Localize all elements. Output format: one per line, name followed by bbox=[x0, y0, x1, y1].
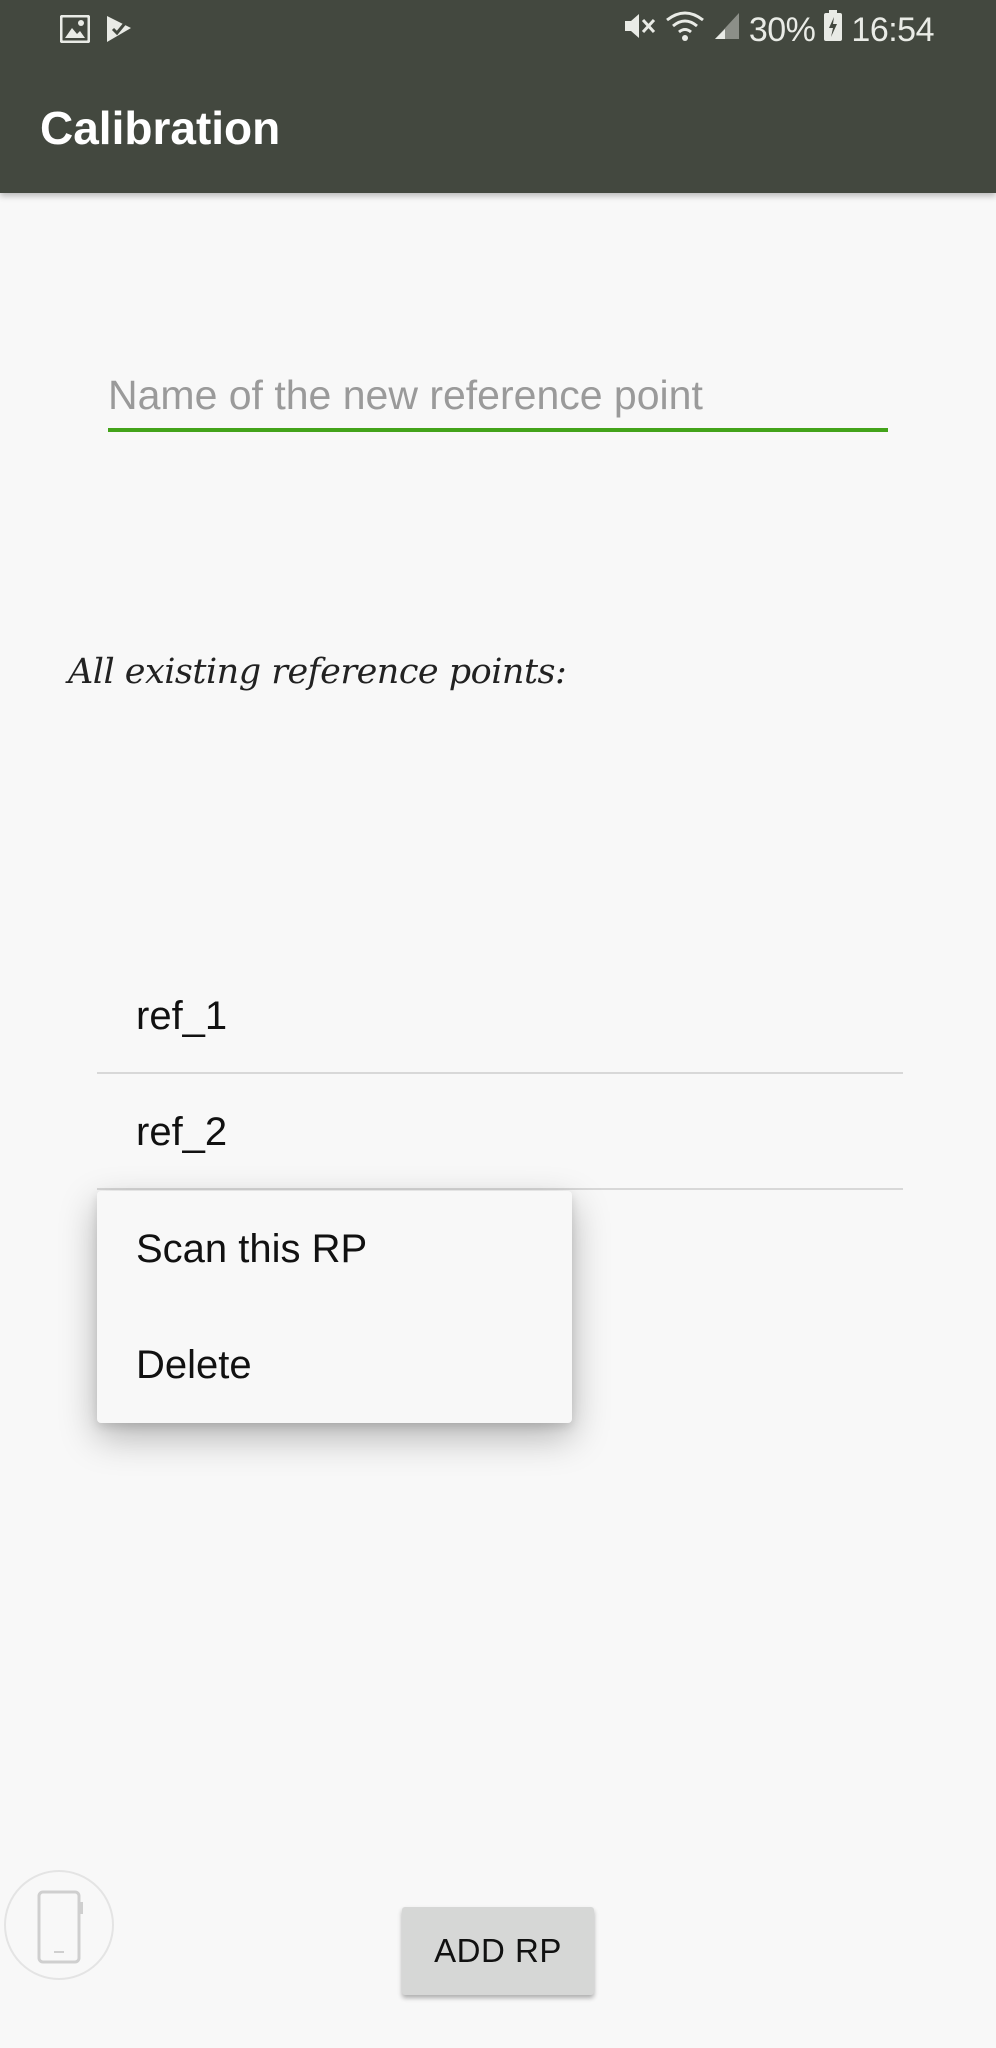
battery-charging-icon bbox=[823, 10, 843, 51]
phone-icon bbox=[37, 1890, 83, 1964]
wifi-icon bbox=[665, 10, 705, 51]
add-rp-button[interactable]: ADD RP bbox=[402, 1907, 594, 1995]
battery-percent: 30% bbox=[748, 11, 816, 49]
status-bar: 30% 16:54 bbox=[0, 0, 996, 62]
floating-phone-button[interactable] bbox=[4, 1870, 114, 1980]
menu-item-label: Delete bbox=[136, 1343, 252, 1387]
menu-item-scan[interactable]: Scan this RP bbox=[97, 1191, 572, 1307]
list-item[interactable]: ref_1 bbox=[97, 958, 903, 1074]
status-left-icons bbox=[59, 14, 134, 49]
app-header: 30% 16:54 Calibration bbox=[0, 0, 996, 193]
page-title: Calibration bbox=[40, 102, 281, 154]
name-input-container bbox=[108, 362, 888, 436]
reference-point-name-input[interactable] bbox=[108, 362, 888, 432]
signal-icon bbox=[713, 11, 741, 50]
calibration-screen: 30% 16:54 Calibration All existing refer… bbox=[0, 0, 996, 2048]
list-item-label: ref_1 bbox=[136, 994, 228, 1038]
task-check-icon bbox=[104, 14, 134, 49]
list-item[interactable]: ref_2 bbox=[97, 1074, 903, 1190]
clock: 16:54 bbox=[851, 11, 934, 49]
list-item-label: ref_2 bbox=[136, 1110, 228, 1154]
gallery-icon bbox=[59, 14, 91, 48]
mute-icon bbox=[623, 11, 657, 50]
status-right-icons: 30% 16:54 bbox=[623, 10, 934, 51]
existing-points-label: All existing reference points: bbox=[68, 652, 567, 692]
reference-point-list: ref_1 ref_2 bbox=[97, 958, 903, 1190]
menu-item-label: Scan this RP bbox=[136, 1227, 368, 1271]
menu-item-delete[interactable]: Delete bbox=[97, 1307, 572, 1423]
context-menu: Scan this RP Delete bbox=[97, 1191, 572, 1423]
